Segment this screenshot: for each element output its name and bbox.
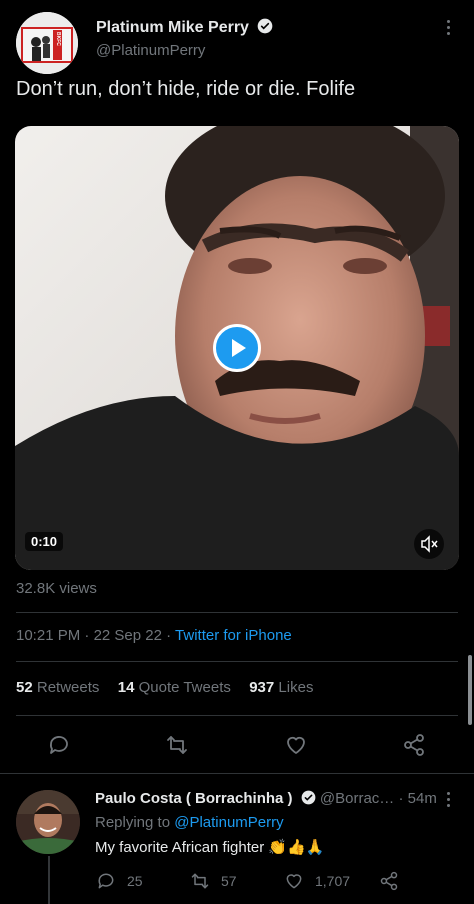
mute-icon (421, 535, 438, 553)
reply-author-name[interactable]: Paulo Costa ( Borrachinha ) (95, 790, 293, 807)
view-count: 32.8K views (16, 580, 97, 597)
like-icon[interactable] (284, 733, 308, 762)
play-icon (232, 339, 246, 357)
replying-to-row: Replying to @PlatinumPerry (95, 814, 284, 831)
tweet-text: Don’t run, don’t hide, ride or die. Foli… (16, 78, 356, 100)
play-button[interactable] (213, 324, 261, 372)
reply-reply-icon[interactable] (96, 871, 116, 896)
reply-text-row: My favorite African fighter 👏👍🙏 (95, 838, 324, 856)
tweet-time[interactable]: 10:21 PM (16, 627, 80, 644)
reply-like-count: 1,707 (315, 873, 351, 889)
reply-more-options-icon[interactable] (447, 792, 451, 807)
reply-reply-count: 25 (127, 873, 143, 889)
tweet-stats: 52 Retweets 14 Quote Tweets 937 Likes (16, 679, 313, 696)
reply-text: My favorite African fighter (95, 839, 265, 856)
video-duration: 0:10 (25, 532, 64, 551)
divider (0, 773, 474, 774)
divider (16, 612, 458, 613)
scrollbar-thumb[interactable] (468, 655, 472, 725)
tweet-video[interactable]: 0:10 (15, 126, 459, 570)
author-avatar[interactable]: BKFC (16, 12, 78, 74)
quotes-stat[interactable]: 14 Quote Tweets (118, 679, 231, 696)
more-options-icon[interactable] (447, 20, 451, 35)
tweet-source[interactable]: Twitter for iPhone (175, 627, 292, 644)
tweet-date[interactable]: 22 Sep 22 (94, 627, 162, 644)
reply-icon[interactable] (47, 733, 71, 762)
reply-retweet-icon[interactable] (190, 871, 210, 896)
author-handle[interactable]: @PlatinumPerry (96, 42, 205, 59)
verified-badge-icon (301, 790, 316, 809)
reply-author-avatar[interactable] (16, 790, 80, 854)
avatar-text: BKFC (55, 32, 61, 46)
reply-time[interactable]: 54m (408, 790, 437, 807)
retweet-icon[interactable] (165, 733, 189, 762)
reply-header: Paulo Costa ( Borrachinha ) @Borrac… · 5… (95, 790, 437, 809)
retweets-stat[interactable]: 52 Retweets (16, 679, 99, 696)
mute-button[interactable] (414, 529, 444, 559)
reply-emojis: 👏👍🙏 (268, 839, 325, 856)
replying-to-handle[interactable]: @PlatinumPerry (174, 814, 283, 831)
reply-author-handle[interactable]: @Borrac… (320, 790, 394, 807)
reply-like-icon[interactable] (284, 871, 304, 896)
reply-retweet-count: 57 (221, 873, 237, 889)
tweet-timestamp-row: 10:21 PM · 22 Sep 22 · Twitter for iPhon… (16, 627, 292, 644)
author-name[interactable]: Platinum Mike Perry (96, 19, 249, 36)
divider (16, 661, 458, 662)
divider (16, 715, 458, 716)
thread-line (48, 856, 50, 904)
likes-stat[interactable]: 937 Likes (249, 679, 313, 696)
author-name-row[interactable]: Platinum Mike Perry (96, 18, 273, 39)
reply-share-icon[interactable] (379, 871, 399, 896)
share-icon[interactable] (402, 733, 426, 762)
verified-badge-icon (257, 18, 273, 39)
